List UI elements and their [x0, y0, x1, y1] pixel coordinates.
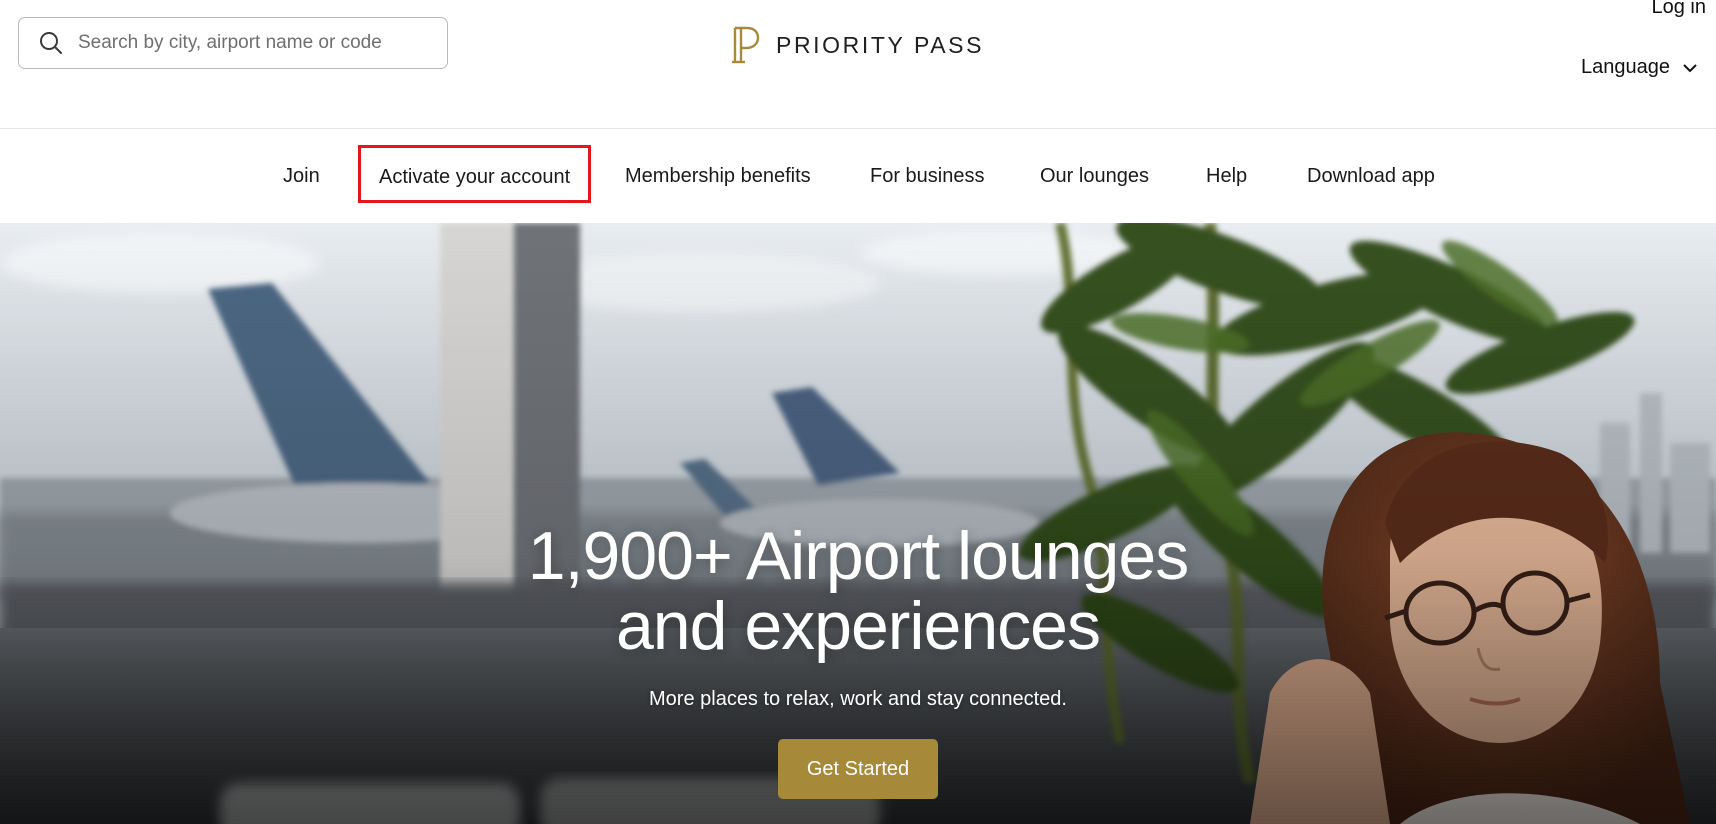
- main-nav: Join Activate your account Membership be…: [0, 129, 1716, 223]
- nav-item-download-app[interactable]: Download app: [1307, 129, 1435, 223]
- get-started-button[interactable]: Get Started: [778, 739, 938, 799]
- nav-item-for-business[interactable]: For business: [870, 129, 985, 223]
- nav-item-join[interactable]: Join: [283, 129, 320, 223]
- hero-banner: 1,900+ Airport lounges and experiences M…: [0, 223, 1716, 824]
- logo-text: PRIORITY PASS: [776, 31, 985, 58]
- hero-title-line-1: 1,900+ Airport lounges: [527, 518, 1189, 594]
- search-icon: [38, 30, 64, 56]
- language-selector[interactable]: Language: [1581, 56, 1698, 79]
- nav-item-activate-account[interactable]: Activate your account: [358, 145, 592, 203]
- nav-item-membership-benefits[interactable]: Membership benefits: [625, 129, 811, 223]
- logo-mark-icon: [732, 26, 760, 64]
- search-input[interactable]: [78, 32, 418, 54]
- hero-title-line-2: and experiences: [615, 588, 1101, 664]
- priority-pass-logo[interactable]: PRIORITY PASS: [732, 25, 984, 65]
- site-header: PRIORITY PASS Log in Language: [0, 0, 1716, 128]
- hero-subtitle: More places to relax, work and stay conn…: [649, 688, 1067, 710]
- nav-item-our-lounges[interactable]: Our lounges: [1040, 129, 1149, 223]
- hero-title: 1,900+ Airport lounges and experiences: [0, 521, 1716, 661]
- language-label: Language: [1581, 56, 1670, 78]
- chevron-down-icon: [1682, 63, 1698, 73]
- login-link[interactable]: Log in: [1652, 0, 1707, 19]
- search-box[interactable]: [18, 17, 448, 69]
- nav-item-help[interactable]: Help: [1206, 129, 1247, 223]
